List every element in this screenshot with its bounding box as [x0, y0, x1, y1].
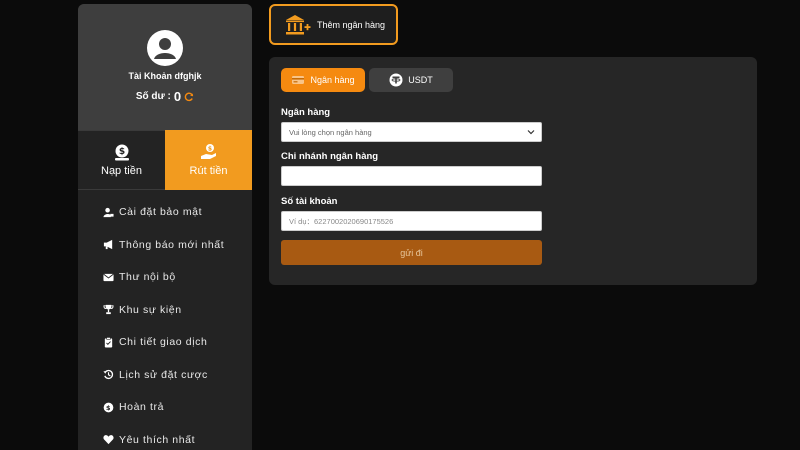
submit-button[interactable]: gửi đi [281, 240, 542, 265]
megaphone-icon [103, 240, 113, 250]
account-menu: Cài đặt bảo mật Thông báo mới nhất Thư n… [78, 190, 252, 450]
deposit-button[interactable]: $ Nạp tiền [78, 130, 165, 190]
profile-card: Tài Khoản dfghjk Số dư : 0 [78, 4, 252, 130]
heart-icon [103, 435, 114, 445]
menu-item-favorites[interactable]: Yêu thích nhất [78, 424, 252, 450]
menu-label: Yêu thích nhất [119, 433, 196, 446]
menu-item-rebate[interactable]: $ Hoàn trả [78, 391, 252, 424]
envelope-icon [103, 273, 114, 281]
add-bank-button[interactable]: Thêm ngân hàng [269, 4, 398, 45]
menu-label: Lịch sử đặt cược [119, 368, 208, 381]
bank-select-value: Vui lòng chọn ngân hàng [289, 127, 372, 137]
menu-item-bet-history[interactable]: Lịch sử đặt cược [78, 359, 252, 392]
menu-label: Hoàn trả [119, 401, 165, 414]
menu-item-security[interactable]: Cài đặt bảo mật [78, 196, 252, 229]
refresh-icon[interactable] [184, 92, 194, 102]
money-bag-icon: $ [114, 144, 129, 161]
balance: Số dư : 0 [78, 89, 252, 104]
deposit-label: Nạp tiền [101, 165, 142, 177]
withdraw-button[interactable]: $ Rút tiền [165, 130, 252, 190]
bank-select[interactable]: Vui lòng chọn ngân hàng [281, 122, 542, 142]
bank-plus-icon [286, 14, 311, 34]
tab-bank-label: Ngân hàng [310, 75, 355, 85]
menu-label: Khu sự kiện [119, 303, 182, 316]
bank-card-icon [292, 76, 305, 84]
trophy-icon [103, 305, 114, 315]
history-icon [103, 370, 114, 380]
hand-coin-icon: $ [200, 144, 216, 159]
branch-field[interactable] [281, 166, 542, 186]
user-lock-icon [103, 207, 114, 217]
account-number-label: Số tài khoản [281, 196, 338, 207]
menu-label: Chi tiết giao dịch [119, 336, 208, 349]
account-number-input[interactable] [289, 212, 541, 230]
account-number-field[interactable] [281, 211, 542, 231]
menu-label: Thư nội bộ [119, 271, 176, 284]
withdraw-label: Rút tiền [189, 165, 228, 177]
account-name: Tài Khoản dfghjk [128, 71, 202, 81]
coin-icon: $ [103, 402, 114, 413]
payment-method-tabs: Ngân hàng USDT [281, 68, 453, 92]
menu-label: Cài đặt bảo mật [119, 206, 203, 219]
bank-label: Ngân hàng [281, 107, 331, 118]
branch-input[interactable] [289, 167, 541, 185]
svg-text:$: $ [207, 146, 211, 153]
sidebar: Tài Khoản dfghjk Số dư : 0 $ Nạp tiền $ [78, 4, 252, 450]
bank-form-panel: Ngân hàng USDT Ngân hàng Vui lòng chọn n… [269, 57, 757, 285]
menu-item-transactions[interactable]: Chi tiết giao dịch [78, 326, 252, 359]
balance-value: 0 [173, 89, 182, 104]
tab-usdt[interactable]: USDT [369, 68, 453, 92]
user-avatar-icon[interactable] [147, 30, 183, 66]
svg-text:$: $ [118, 147, 124, 157]
menu-item-notifications[interactable]: Thông báo mới nhất [78, 229, 252, 262]
tab-bank[interactable]: Ngân hàng [281, 68, 365, 92]
branch-label: Chi nhánh ngân hàng [281, 151, 379, 162]
menu-item-inbox[interactable]: Thư nội bộ [78, 261, 252, 294]
svg-text:$: $ [106, 404, 111, 412]
menu-label: Thông báo mới nhất [119, 238, 225, 251]
tether-icon [389, 73, 403, 87]
chevron-down-icon [527, 130, 535, 135]
balance-label: Số dư : [135, 91, 171, 102]
wallet-actions: $ Nạp tiền $ Rút tiền [78, 130, 252, 190]
add-bank-label: Thêm ngân hàng [317, 19, 386, 30]
menu-item-events[interactable]: Khu sự kiện [78, 294, 252, 327]
clipboard-icon [104, 336, 113, 348]
tab-usdt-label: USDT [408, 75, 433, 85]
